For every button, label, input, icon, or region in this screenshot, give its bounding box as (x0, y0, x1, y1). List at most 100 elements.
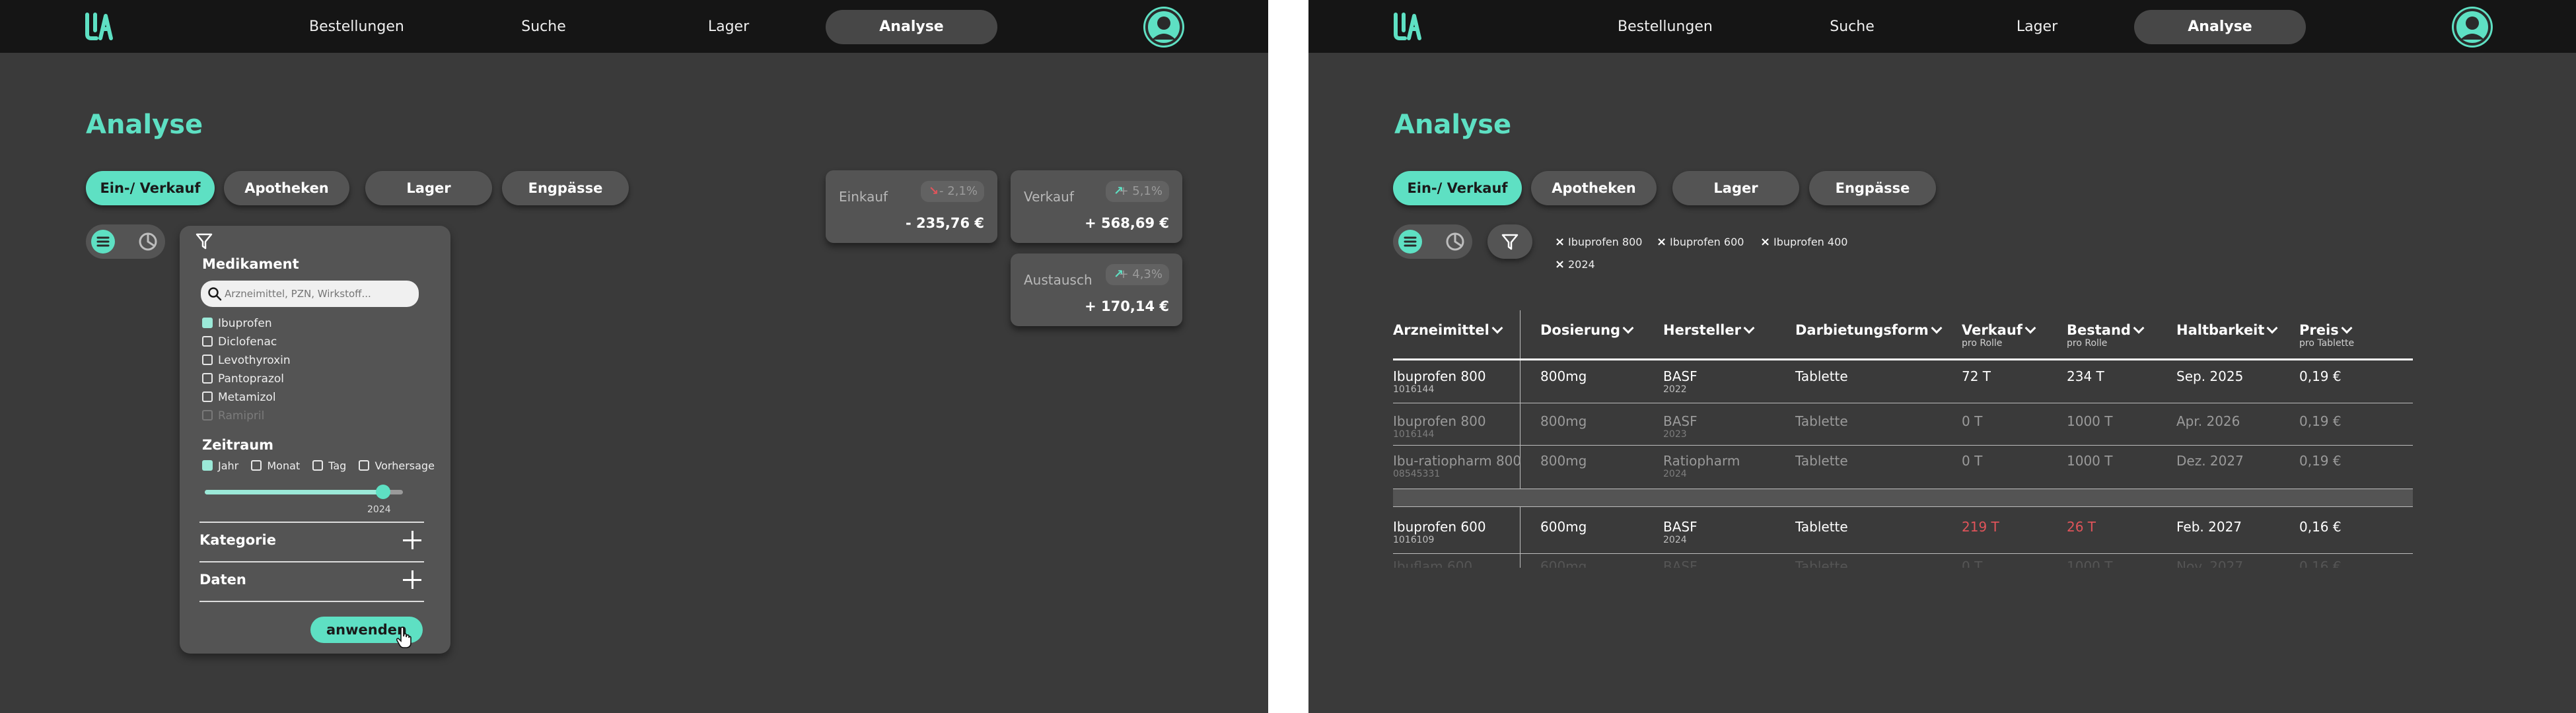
medication-option[interactable]: Diclofenac (202, 334, 277, 350)
zeitraum-vorhersage[interactable]: Vorhersage (359, 458, 435, 474)
medication-search-input[interactable] (225, 281, 412, 307)
checkbox[interactable] (202, 410, 213, 421)
checkbox[interactable] (251, 460, 262, 471)
cell-price: 0,19 € (2299, 453, 2342, 469)
user-avatar[interactable] (1143, 7, 1184, 48)
cell-stock: 234 T (2067, 368, 2104, 384)
header-underline (1393, 358, 2413, 360)
chart-view-button[interactable] (1443, 230, 1467, 254)
zeitraum-tag[interactable]: Tag (312, 458, 346, 474)
top-navigation: Bestellungen Suche Lager Analyse (0, 0, 1268, 53)
cell-expiry: Apr. 2026 (2176, 413, 2240, 429)
zeitraum-jahr[interactable]: Jahr (202, 458, 238, 474)
austausch-card[interactable]: Austausch ↗ + 4,3% + 170,14 € (1011, 254, 1182, 326)
checkbox[interactable] (202, 355, 213, 365)
medication-option[interactable]: Ibuprofen (202, 316, 272, 331)
list-view-button[interactable] (1398, 230, 1422, 254)
column-header-arzneimittel[interactable]: Arzneimittel (1393, 322, 1503, 338)
column-header-bestand[interactable]: Bestand pro Rolle (2067, 322, 2145, 349)
cell-form: Tablette (1795, 453, 1848, 469)
filter-icon[interactable] (194, 231, 214, 251)
tab-engpaesse[interactable]: Engpässe (1809, 171, 1936, 205)
remove-filter-icon[interactable]: × (1760, 234, 1773, 250)
cell-maker: BASF 2023 (1663, 413, 1698, 440)
page-title: Analyse (1394, 110, 1512, 140)
year-slider[interactable] (205, 485, 403, 499)
expand-kategorie-icon[interactable] (403, 531, 421, 549)
card-value: - 235,76 € (906, 215, 984, 231)
year-slider-handle[interactable] (376, 485, 390, 499)
checkbox[interactable] (202, 391, 213, 402)
checkbox[interactable] (202, 460, 213, 471)
checkbox[interactable] (312, 460, 324, 471)
nav-bestellungen[interactable]: Bestellungen (309, 10, 404, 44)
year-slider-fill (205, 490, 383, 494)
cell-price: 0,16 € (2299, 519, 2342, 535)
nav-lager[interactable]: Lager (2004, 10, 2070, 44)
tab-ein-verkauf[interactable]: Ein-/ Verkauf (86, 171, 215, 205)
card-title: Austausch (1024, 272, 1092, 288)
filter-chip[interactable]: × Ibuprofen 600 (1657, 234, 1744, 250)
tab-engpaesse[interactable]: Engpässe (502, 171, 629, 205)
filter-panel: Medikament Ibuprofen Diclofenac Levothyr… (180, 226, 450, 654)
medication-option[interactable]: Levothyroxin (202, 353, 291, 368)
chevron-down-icon (2024, 322, 2036, 334)
tab-lager[interactable]: Lager (1672, 171, 1799, 205)
analysis-filter-screen: Bestellungen Suche Lager Analyse Analyse… (0, 0, 1268, 713)
nav-lager[interactable]: Lager (696, 10, 762, 44)
page-title: Analyse (86, 110, 203, 140)
view-toggle[interactable] (1393, 224, 1472, 259)
nav-suche[interactable]: Suche (1819, 10, 1885, 44)
filter-chip[interactable]: × Ibuprofen 800 (1555, 234, 1642, 250)
cell-form: Tablette (1795, 368, 1848, 384)
user-avatar[interactable] (2452, 7, 2493, 48)
logo-icon[interactable] (85, 12, 115, 41)
nav-suche[interactable]: Suche (511, 10, 577, 44)
cell-name: Ibu-ratiopharm 800 08545331 (1393, 453, 1522, 479)
nav-analyse[interactable]: Analyse (2134, 10, 2306, 44)
checkbox[interactable] (202, 336, 213, 347)
filter-chip[interactable]: × 2024 (1555, 257, 1595, 273)
filter-chip[interactable]: × Ibuprofen 400 (1760, 234, 1847, 250)
remove-filter-icon[interactable]: × (1657, 234, 1670, 250)
zeitraum-label: Zeitraum (202, 437, 274, 453)
view-toggle[interactable] (86, 224, 165, 259)
chart-view-button[interactable] (136, 230, 160, 254)
chevron-down-icon (1743, 322, 1755, 334)
column-header-verkauf[interactable]: Verkauf pro Rolle (1962, 322, 2036, 349)
list-icon (1404, 236, 1417, 247)
zeitraum-monat[interactable]: Monat (251, 458, 300, 474)
einkauf-card[interactable]: Einkauf ↘ - 2,1% - 235,76 € (826, 170, 997, 243)
tab-ein-verkauf[interactable]: Ein-/ Verkauf (1393, 171, 1522, 205)
cell-dose: 600mg (1540, 519, 1587, 535)
checkbox[interactable] (202, 318, 213, 328)
verkauf-card[interactable]: Verkauf ↗ + 5,1% + 568,69 € (1011, 170, 1182, 243)
medication-option[interactable]: Ramipril (202, 408, 264, 424)
expand-daten-icon[interactable] (403, 570, 421, 589)
logo-icon[interactable] (1393, 12, 1423, 41)
column-header-haltbarkeit[interactable]: Haltbarkeit (2176, 322, 2278, 338)
checkbox[interactable] (202, 373, 213, 384)
tab-apotheken[interactable]: Apotheken (1531, 171, 1657, 205)
tab-lager[interactable]: Lager (365, 171, 492, 205)
nav-bestellungen[interactable]: Bestellungen (1618, 10, 1713, 44)
medication-search[interactable] (201, 281, 419, 307)
checkbox[interactable] (359, 460, 370, 471)
medication-option[interactable]: Metamizol (202, 390, 276, 405)
chevron-down-icon (1491, 322, 1503, 334)
cell-name: Ibuprofen 800 1016144 (1393, 368, 1486, 395)
filter-button[interactable] (1487, 224, 1532, 259)
remove-filter-icon[interactable]: × (1555, 234, 1568, 250)
cell-maker: BASF 2022 (1663, 368, 1698, 395)
divider (199, 561, 424, 562)
remove-filter-icon[interactable]: × (1555, 257, 1568, 273)
medication-option[interactable]: Pantoprazol (202, 371, 284, 387)
column-header-darbietungsform[interactable]: Darbietungsform (1795, 322, 1943, 338)
tab-apotheken[interactable]: Apotheken (224, 171, 349, 205)
cell-stock: 26 T (2067, 519, 2096, 535)
column-header-hersteller[interactable]: Hersteller (1663, 322, 1755, 338)
list-view-button[interactable] (91, 230, 115, 254)
column-header-preis[interactable]: Preis pro Tablette (2299, 322, 2354, 349)
column-header-dosierung[interactable]: Dosierung (1540, 322, 1634, 338)
nav-analyse[interactable]: Analyse (826, 10, 997, 44)
